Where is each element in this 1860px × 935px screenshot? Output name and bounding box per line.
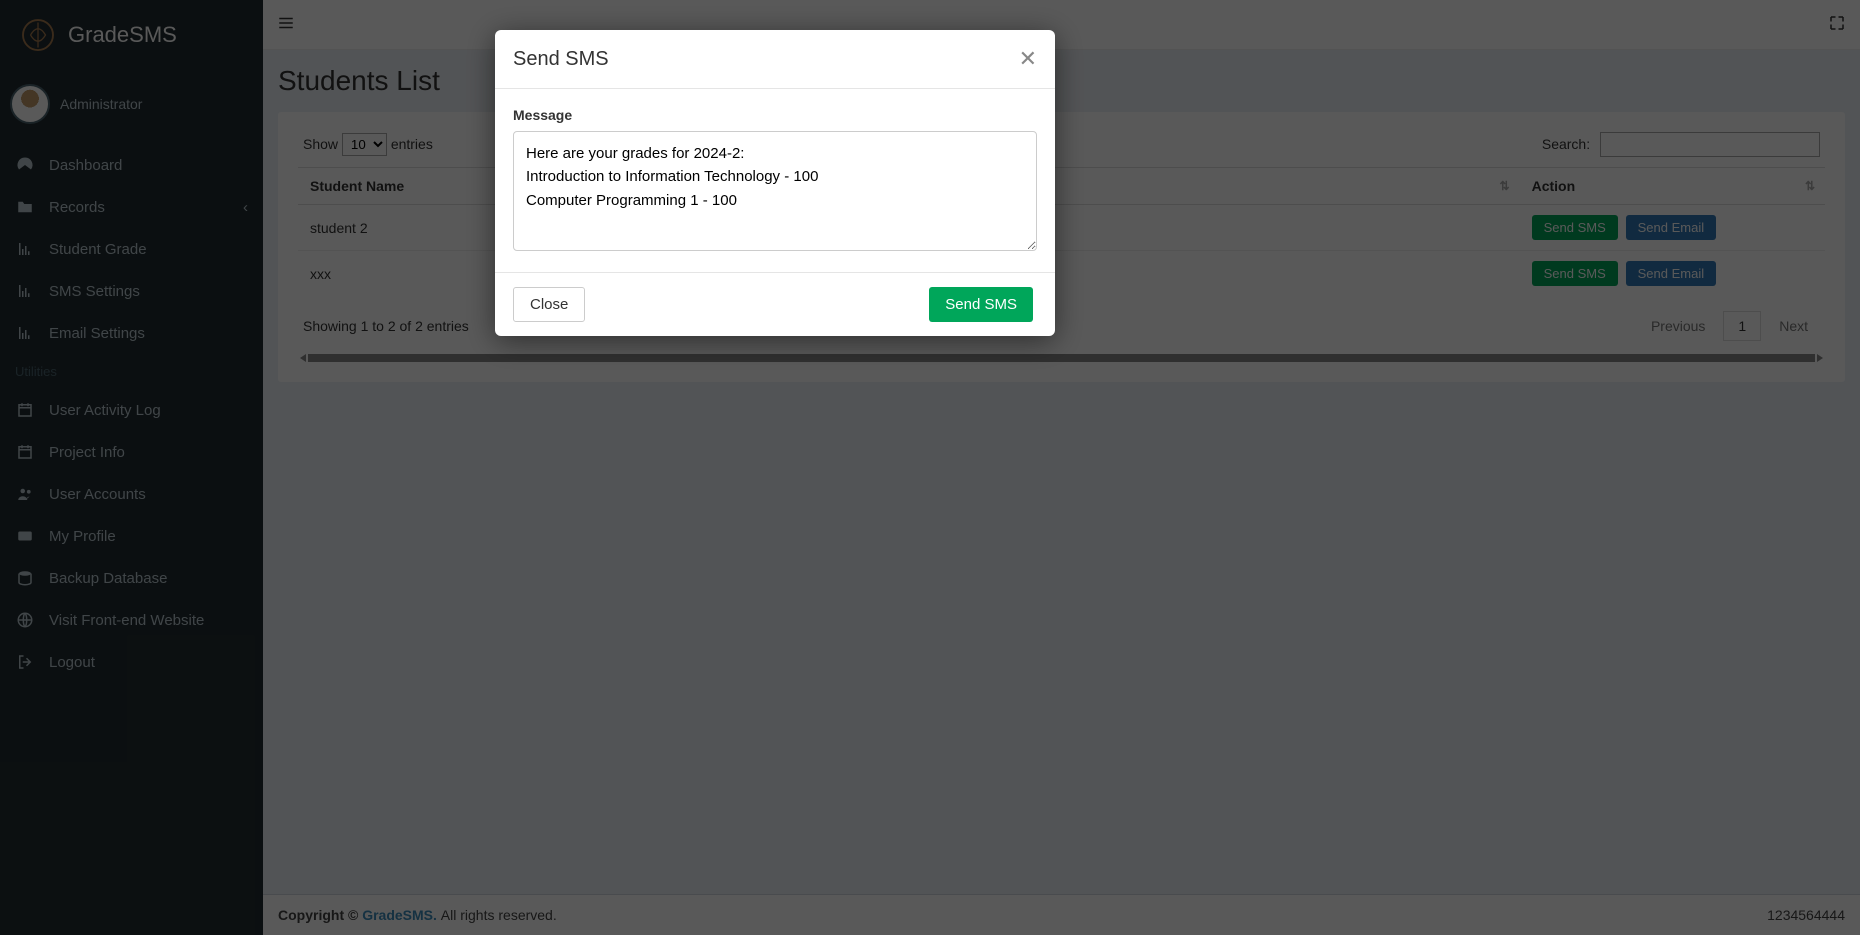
message-label: Message	[513, 107, 1037, 123]
send-sms-submit-button[interactable]: Send SMS	[929, 287, 1033, 322]
message-textarea[interactable]	[513, 131, 1037, 251]
modal-title: Send SMS	[513, 48, 609, 71]
modal-close-button[interactable]: ✕	[1019, 46, 1037, 72]
modal-header: Send SMS ✕	[495, 30, 1055, 89]
modal-body: Message	[495, 89, 1055, 272]
send-sms-modal: Send SMS ✕ Message Close Send SMS	[495, 30, 1055, 336]
close-button[interactable]: Close	[513, 287, 585, 322]
modal-footer: Close Send SMS	[495, 272, 1055, 336]
